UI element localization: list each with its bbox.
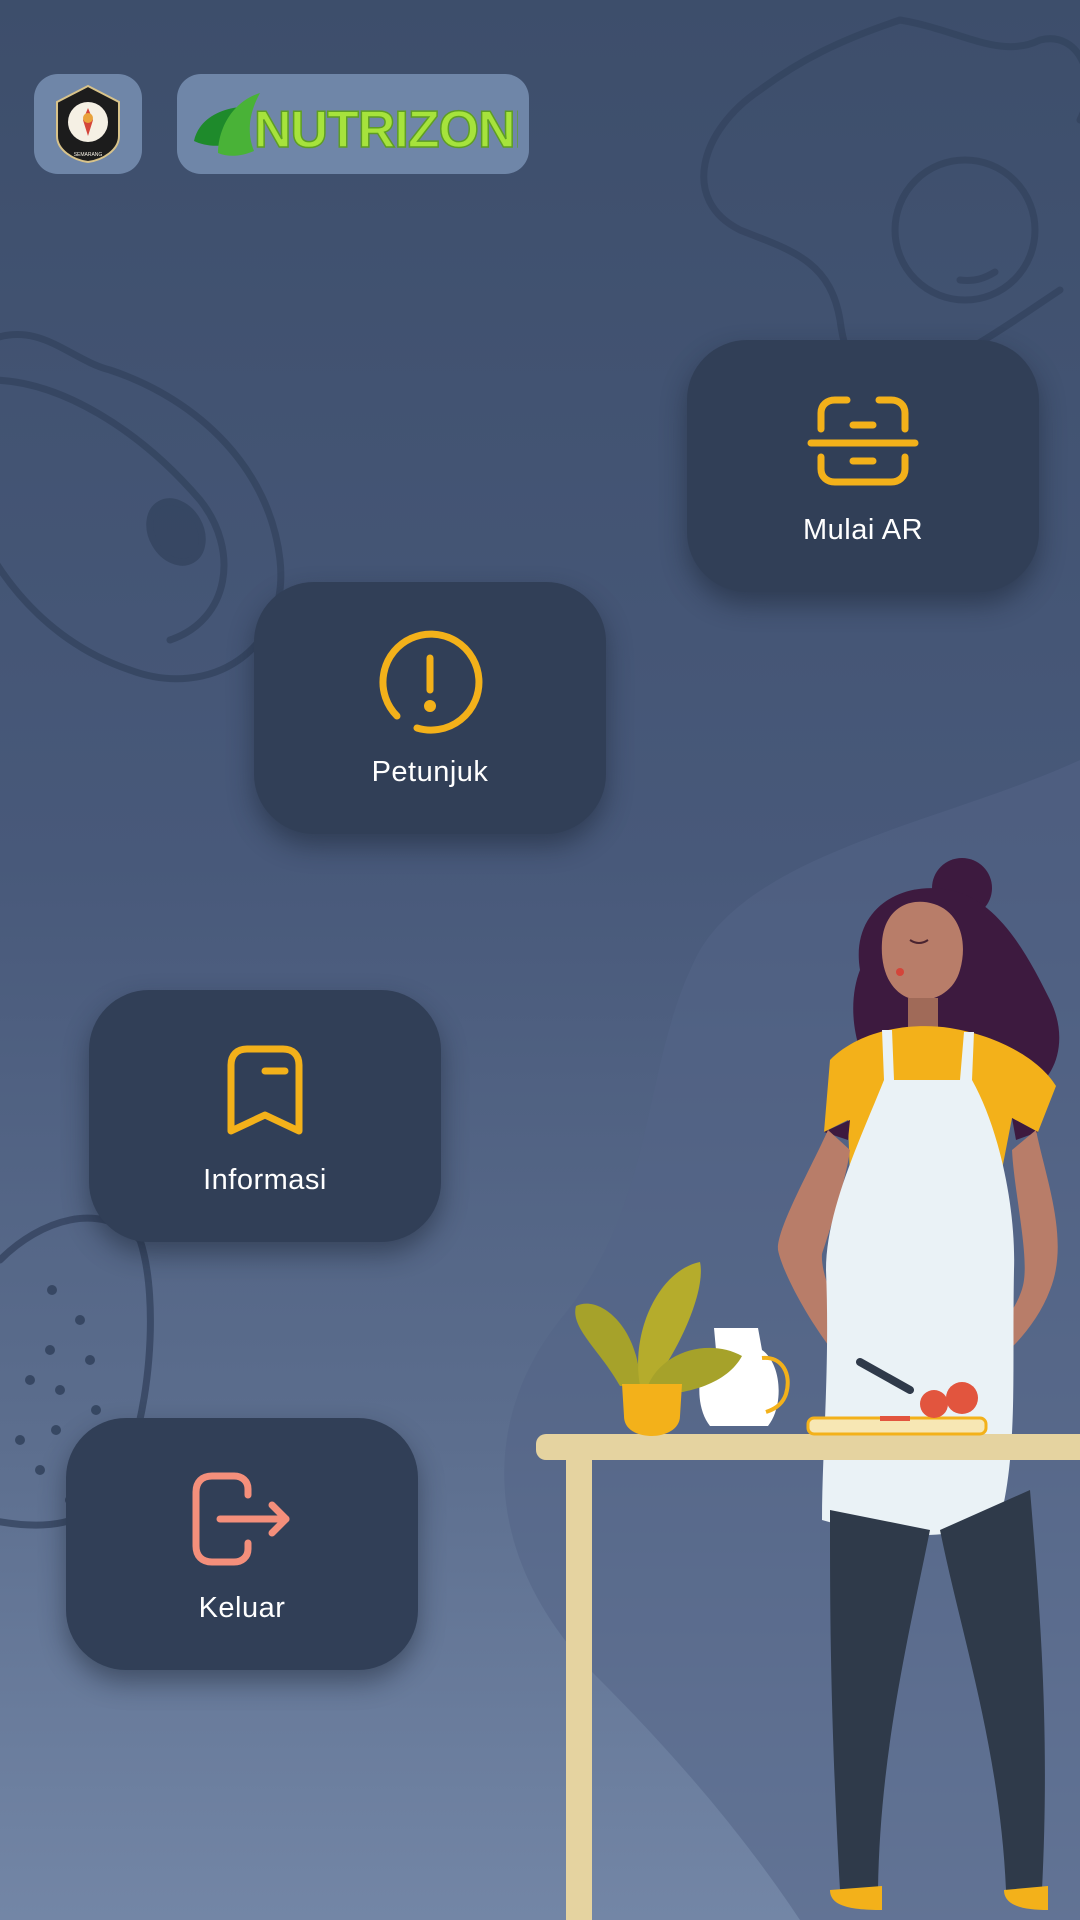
guide-label: Petunjuk [371, 755, 489, 788]
university-seal-icon: SEMARANG [56, 84, 120, 164]
logout-icon [182, 1464, 302, 1574]
logout-button[interactable]: Keluar [66, 1418, 418, 1670]
start-ar-label: Mulai AR [802, 513, 924, 546]
alert-circle-icon [370, 628, 490, 738]
nutrizone-logo-card: NUTRIZONE [177, 74, 529, 174]
brand-name: NUTRIZONE [254, 101, 518, 159]
scan-icon [803, 386, 923, 496]
information-label: Informasi [203, 1163, 327, 1196]
guide-button[interactable]: Petunjuk [254, 582, 606, 834]
bookmark-icon [205, 1036, 325, 1146]
seal-caption: SEMARANG [74, 152, 103, 158]
start-ar-button[interactable]: Mulai AR [687, 340, 1039, 592]
university-seal-card: SEMARANG [34, 74, 142, 174]
information-button[interactable]: Informasi [89, 990, 441, 1242]
nutrizone-logo: NUTRIZONE [194, 93, 518, 160]
logout-label: Keluar [198, 1591, 286, 1624]
cooking-woman-illustration [536, 858, 1080, 1920]
